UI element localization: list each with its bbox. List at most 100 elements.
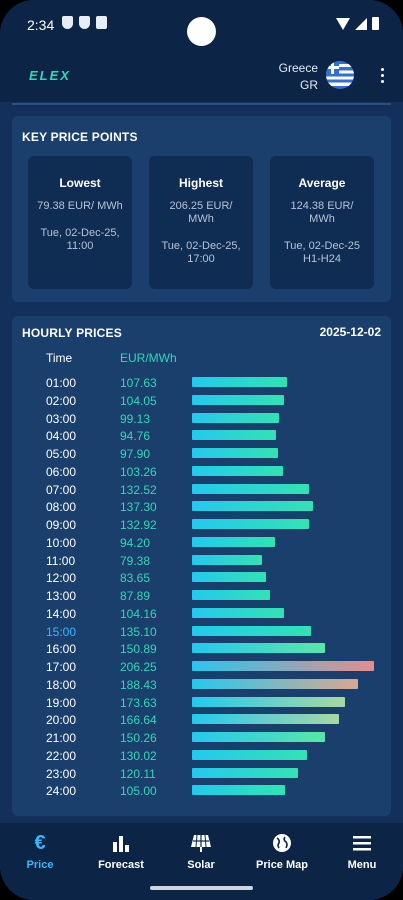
price-bar <box>192 554 262 565</box>
price-bar <box>192 749 307 760</box>
greece-flag-icon[interactable] <box>326 61 354 89</box>
hour-label: 18:00 <box>46 677 77 692</box>
price-bar <box>192 643 325 654</box>
hour-label: 05:00 <box>46 447 77 461</box>
price-value: 83.65 <box>120 571 151 586</box>
time-column-header: Time <box>46 351 73 365</box>
hourly-price-row: 12:00 83.65 <box>12 568 387 586</box>
highest-price-card: Highest 206.25 EUR/ MWh Tue, 02-Dec-25, … <box>149 156 253 289</box>
battery-icon <box>372 17 379 30</box>
hour-label: 06:00 <box>46 464 77 479</box>
nav-price-map-label: Price Map <box>256 859 308 871</box>
price-bar <box>192 519 309 529</box>
price-value: 166.64 <box>120 713 157 728</box>
unit-column-header: EUR/MWh <box>120 351 177 365</box>
average-value: 124.38 EUR/ MWh <box>290 200 354 225</box>
hourly-price-row: 18:00 188.43 <box>12 675 387 693</box>
hour-label: 22:00 <box>46 748 77 763</box>
hour-label: 14:00 <box>46 606 77 621</box>
key-price-points-card: KEY PRICE POINTS Lowest 79.38 EUR/ MWh T… <box>12 116 391 302</box>
hour-label: 20:00 <box>46 713 77 728</box>
price-bar <box>192 394 284 405</box>
price-value: 105.00 <box>120 784 157 799</box>
app-logo: ELEX <box>29 68 71 83</box>
euro-icon: € <box>34 832 46 854</box>
hour-label: 03:00 <box>46 411 77 426</box>
highest-value: 206.25 EUR/ MWh <box>169 200 233 225</box>
price-bar <box>192 696 345 707</box>
nav-forecast[interactable]: Forecast <box>81 833 161 871</box>
divider <box>12 103 391 105</box>
hour-label: 16:00 <box>46 642 77 657</box>
price-bar <box>192 465 283 476</box>
price-value: 188.43 <box>120 677 157 692</box>
hour-label: 08:00 <box>46 500 77 515</box>
solar-panel-icon <box>191 834 211 852</box>
vpn-shield-icon <box>79 16 90 29</box>
price-bar <box>192 678 358 689</box>
hamburger-icon <box>353 836 371 851</box>
hour-label: 09:00 <box>46 518 77 532</box>
price-bar <box>192 590 270 600</box>
key-price-points-title: KEY PRICE POINTS <box>22 130 138 144</box>
region-selector[interactable]: Greece GR <box>279 60 318 94</box>
kebab-icon[interactable] <box>378 68 386 86</box>
hour-label: 23:00 <box>46 766 77 781</box>
nav-price-label: Price <box>26 859 54 871</box>
hourly-prices-card: HOURLY PRICES 2025-12-02 Time EUR/MWh 01… <box>12 316 391 816</box>
price-bar <box>192 625 311 636</box>
price-value: 87.89 <box>120 589 151 603</box>
hourly-price-row: 03:00 99.13 <box>12 409 387 427</box>
hourly-price-row: 14:00 104.16 <box>12 604 387 622</box>
hourly-price-row: 15:00 135.10 <box>12 622 387 640</box>
price-value: 135.10 <box>120 624 157 639</box>
hour-label: 19:00 <box>46 695 77 710</box>
hourly-prices-title: HOURLY PRICES <box>22 326 122 340</box>
nav-solar[interactable]: Solar <box>161 833 241 871</box>
globe-icon <box>273 834 291 852</box>
hourly-price-row: 09:00 132.92 <box>12 515 387 533</box>
hour-label: 11:00 <box>46 553 76 568</box>
price-bar <box>192 607 284 618</box>
lowest-value: 79.38 EUR/ MWh <box>37 200 123 212</box>
bar-chart-icon <box>113 836 129 852</box>
status-time: 2:34 <box>27 17 55 33</box>
price-value: 104.16 <box>120 606 157 621</box>
nav-price[interactable]: € Price <box>0 833 80 871</box>
hourly-price-row: 20:00 166.64 <box>12 710 387 728</box>
lowest-date: Tue, 02-Dec-25, 11:00 <box>40 227 120 252</box>
price-value: 173.63 <box>120 695 157 710</box>
price-bar <box>192 661 374 671</box>
price-value: 130.02 <box>120 748 157 763</box>
price-bar <box>192 714 339 725</box>
hour-label: 12:00 <box>46 571 77 586</box>
price-value: 150.26 <box>120 731 157 745</box>
lowest-label: Lowest <box>59 176 101 190</box>
nav-menu-label: Menu <box>347 859 377 871</box>
hourly-price-row: 13:00 87.89 <box>12 586 387 604</box>
nav-menu[interactable]: Menu <box>322 833 402 871</box>
price-value: 104.05 <box>120 393 157 408</box>
price-value: 150.89 <box>120 642 157 657</box>
price-bar <box>192 412 279 423</box>
hourly-price-row: 19:00 173.63 <box>12 693 387 711</box>
status-notification-icons <box>62 16 107 29</box>
price-bar <box>192 501 313 512</box>
nav-price-map[interactable]: Price Map <box>242 833 322 871</box>
hourly-prices-date: 2025-12-02 <box>319 325 381 339</box>
hour-label: 21:00 <box>46 731 77 745</box>
price-bar <box>192 572 266 583</box>
hourly-price-row: 21:00 150.26 <box>12 728 387 746</box>
home-indicator[interactable] <box>150 886 253 890</box>
nav-forecast-label: Forecast <box>98 859 144 871</box>
hour-label: 07:00 <box>46 482 77 497</box>
phone-screen: 2:34 ELEX Greece GR KEY PRICE POINTS Low… <box>0 0 403 900</box>
price-value: 107.63 <box>120 376 157 390</box>
price-value: 137.30 <box>120 500 157 515</box>
price-bar <box>192 448 278 458</box>
highest-label: Highest <box>178 176 223 190</box>
price-value: 132.92 <box>120 518 157 532</box>
price-bar <box>192 536 275 547</box>
sim-card-icon <box>96 16 107 29</box>
status-system-icons <box>336 17 379 30</box>
